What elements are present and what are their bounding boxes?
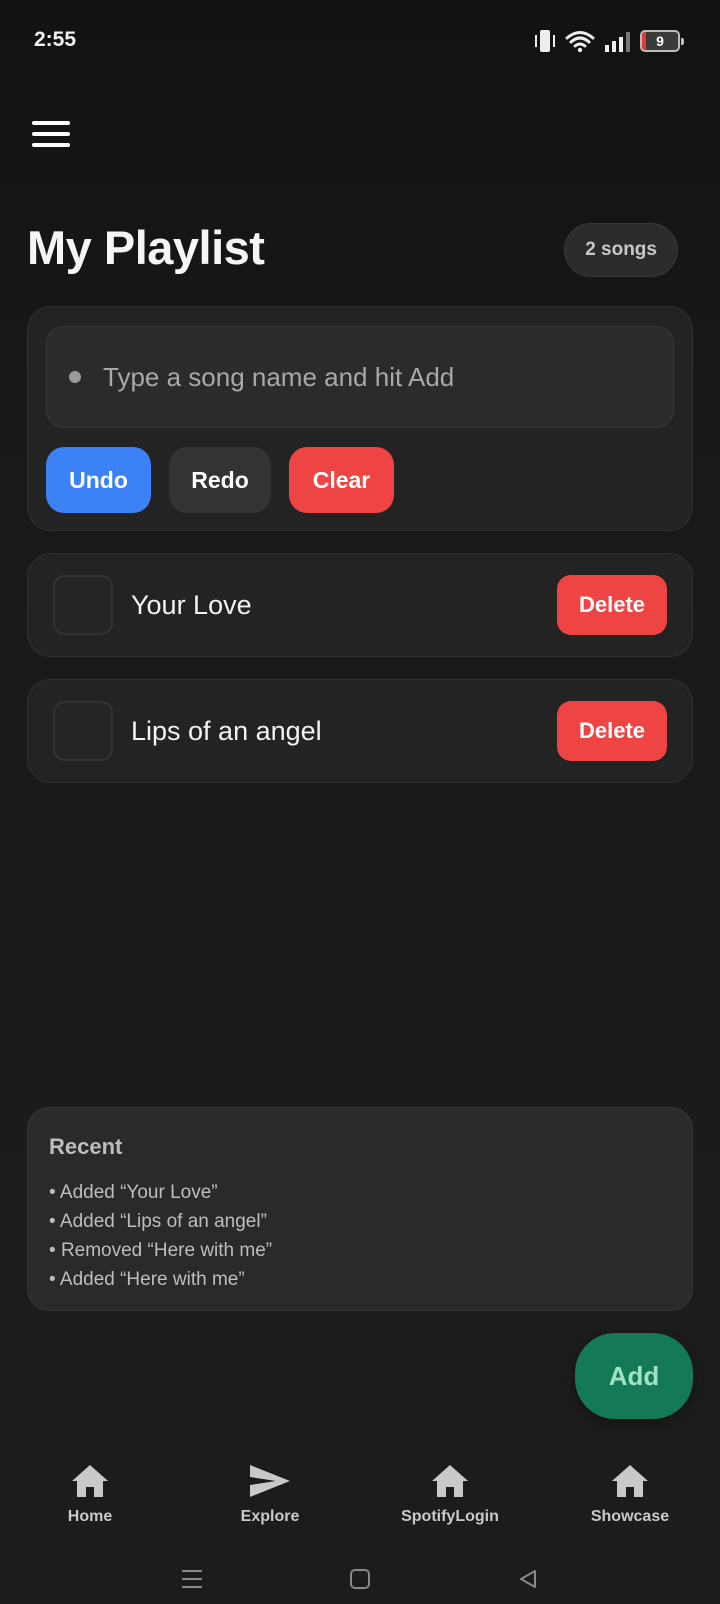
song-input-container	[46, 326, 674, 428]
nav-item-home[interactable]: Home	[0, 1443, 180, 1553]
status-icons: 9	[535, 28, 684, 54]
add-song-button[interactable]: Add	[575, 1333, 693, 1419]
system-navigation-bar	[0, 1553, 720, 1604]
song-name-input[interactable]	[103, 361, 643, 393]
bottom-navigation: Home Explore SpotifyLogin Showcase	[0, 1443, 720, 1553]
battery-level: 9	[656, 33, 664, 49]
nav-label: Showcase	[590, 1508, 670, 1525]
home-icon	[612, 1465, 648, 1497]
nav-label: SpotifyLogin	[401, 1508, 499, 1525]
song-list-item: Lips of an angel Delete	[27, 679, 693, 783]
song-input-card: Undo Redo Clear	[27, 306, 693, 531]
status-time: 2:55	[34, 28, 77, 51]
input-dot-icon	[69, 371, 81, 383]
nav-label: Explore	[240, 1508, 300, 1525]
nav-item-showcase[interactable]: Showcase	[540, 1443, 720, 1553]
delete-button[interactable]: Delete	[557, 575, 667, 635]
wifi-icon	[565, 31, 595, 53]
recent-activity-card: Recent Added “Your Love” Added “Lips of …	[27, 1107, 693, 1311]
vibrate-icon	[535, 29, 555, 53]
undo-button[interactable]: Undo	[46, 447, 151, 513]
recents-icon[interactable]	[178, 1565, 206, 1593]
home-icon	[432, 1465, 468, 1497]
recent-title: Recent	[49, 1134, 123, 1159]
nav-item-explore[interactable]: Explore	[180, 1443, 360, 1553]
app-screen: 2:55 9 My Playlist 2 songs Type a song n…	[0, 0, 720, 1604]
page-title: My Playlist	[27, 221, 265, 274]
home-square-icon[interactable]	[346, 1565, 374, 1593]
song-count-badge: 2 songs	[564, 223, 678, 277]
recent-list: Added “Your Love” Added “Lips of an ange…	[49, 1178, 272, 1294]
song-list-item: Your Love Delete	[27, 553, 693, 657]
recent-item: Added “Lips of an angel”	[49, 1207, 272, 1236]
recent-item: Added “Here with me”	[49, 1265, 272, 1294]
delete-button[interactable]: Delete	[557, 701, 667, 761]
send-icon	[250, 1465, 290, 1497]
back-triangle-icon[interactable]	[514, 1565, 542, 1593]
status-bar: 2:55 9	[0, 0, 720, 80]
song-checkbox[interactable]	[53, 701, 113, 761]
home-icon	[72, 1465, 108, 1497]
song-title: Your Love	[131, 589, 252, 620]
nav-label: Home	[67, 1508, 113, 1525]
menu-icon[interactable]	[32, 118, 72, 150]
song-checkbox[interactable]	[53, 575, 113, 635]
nav-item-spotifylogin[interactable]: SpotifyLogin	[360, 1443, 540, 1553]
redo-button[interactable]: Redo	[169, 447, 271, 513]
recent-item: Added “Your Love”	[49, 1178, 272, 1207]
song-title: Lips of an angel	[131, 715, 322, 746]
signal-icon	[605, 30, 630, 52]
action-buttons: Undo Redo Clear	[46, 447, 394, 513]
recent-item: Removed “Here with me”	[49, 1236, 272, 1265]
battery-icon: 9	[640, 30, 684, 52]
clear-button[interactable]: Clear	[289, 447, 394, 513]
